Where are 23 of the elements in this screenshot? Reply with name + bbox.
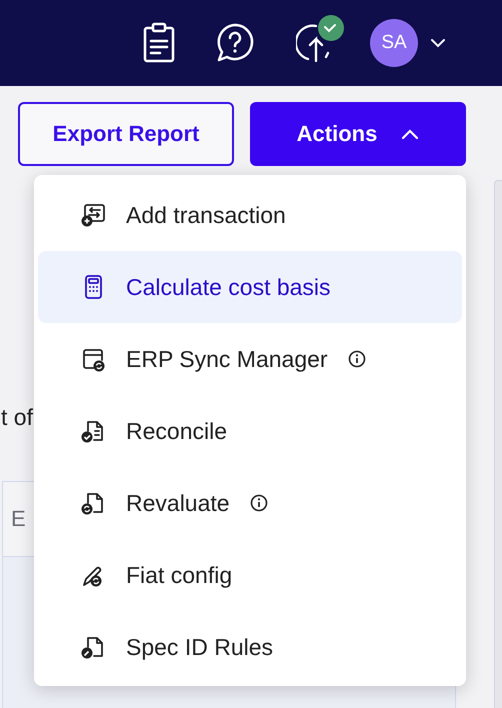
menu-item[interactable]: Spec ID Rules <box>38 611 462 683</box>
info-icon[interactable] <box>348 350 366 368</box>
clipboard-icon[interactable] <box>142 22 176 64</box>
menu-item[interactable]: ERP Sync Manager <box>38 323 462 395</box>
user-avatar[interactable]: SA <box>370 19 418 67</box>
menu-item[interactable]: Fiat config <box>38 539 462 611</box>
column-header: E <box>11 506 26 532</box>
menu-item[interactable]: Add transaction <box>38 179 462 251</box>
menu-item[interactable]: Reconcile <box>38 395 462 467</box>
window-sync-icon <box>80 346 106 372</box>
document-check-icon <box>80 418 106 444</box>
menu-item[interactable]: Calculate cost basis <box>38 251 462 323</box>
upload-icon[interactable] <box>296 15 344 63</box>
transfer-add-icon <box>80 202 106 228</box>
chevron-up-icon <box>401 128 420 140</box>
document-wrench-icon <box>80 634 106 660</box>
actions-button[interactable]: Actions <box>250 102 466 166</box>
body-text: t of <box>1 404 33 431</box>
info-icon[interactable] <box>250 494 268 512</box>
export-report-button[interactable]: Export Report <box>18 102 234 166</box>
document-sync-icon <box>80 490 106 516</box>
chevron-down-icon[interactable] <box>430 38 446 48</box>
menu-item[interactable]: Revaluate <box>38 467 462 539</box>
